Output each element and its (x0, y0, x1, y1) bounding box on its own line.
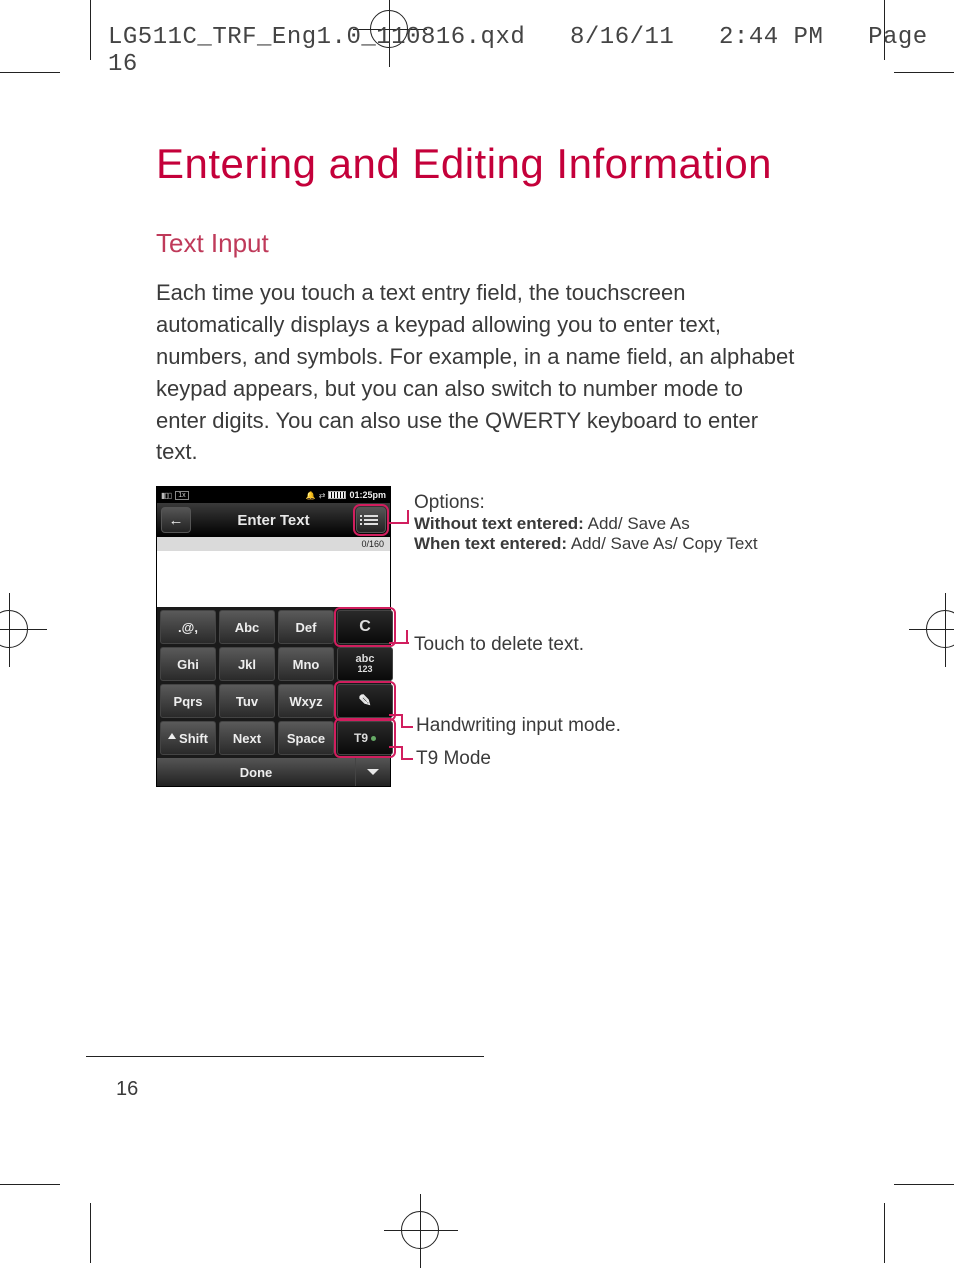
leader-t9-h2 (401, 758, 413, 760)
key-wxyz[interactable]: Wxyz (278, 684, 334, 718)
callout-options-l1-val: Add/ Save As (584, 514, 690, 533)
key-abc[interactable]: Abc (219, 610, 275, 644)
key-ghi[interactable]: Ghi (160, 647, 216, 681)
page-number: 16 (116, 1078, 138, 1101)
pen-icon (358, 691, 371, 711)
done-button[interactable]: Done (157, 758, 356, 786)
bottom-bar: Done (157, 758, 390, 786)
key-tuv[interactable]: Tuv (219, 684, 275, 718)
nav-title: Enter Text (197, 512, 350, 529)
sync-icon: ⇄ (319, 491, 326, 500)
callout-options-l2-val: Add/ Save As/ Copy Text (567, 534, 758, 553)
key-next[interactable]: Next (219, 721, 275, 755)
back-arrow-icon: ← (169, 512, 184, 529)
key-mode-abc123[interactable]: abc 123 (337, 647, 393, 681)
shift-up-icon (168, 731, 179, 746)
key-clear[interactable]: C (337, 610, 393, 644)
char-counter: 0/160 (361, 539, 384, 549)
signal-icon (161, 490, 171, 500)
t9-indicator-icon (371, 736, 376, 741)
leader-options-v (407, 510, 409, 524)
battery-icon (328, 491, 346, 499)
nav-bar: ← Enter Text (157, 503, 390, 537)
key-symbols[interactable]: .@, (160, 610, 216, 644)
abc123-label: abc 123 (356, 654, 375, 674)
key-t9[interactable]: T9 (337, 721, 393, 755)
phone-mockup: 1x 🔔 ⇄ 01:25pm ← Enter Text (156, 486, 391, 787)
callout-options-l1-label: Without text entered: (414, 514, 584, 533)
options-menu-button[interactable] (356, 507, 386, 533)
figure-wrap: 1x 🔔 ⇄ 01:25pm ← Enter Text (156, 486, 826, 846)
header-date: 8/16/11 (570, 24, 674, 51)
callout-t9: T9 Mode (416, 748, 491, 770)
network-mode: 1x (175, 491, 188, 500)
key-shift[interactable]: Shift (160, 721, 216, 755)
key-pqrs[interactable]: Pqrs (160, 684, 216, 718)
key-space[interactable]: Space (278, 721, 334, 755)
leader-delete (389, 642, 409, 644)
key-def[interactable]: Def (278, 610, 334, 644)
callout-options-l2-label: When text entered: (414, 534, 567, 553)
body-paragraph: Each time you touch a text entry field, … (156, 277, 796, 468)
header-time: 2:44 PM (719, 24, 823, 51)
doc-header: LG511C_TRF_Eng1.0_110816.qxd 8/16/11 2:4… (0, 24, 954, 78)
bell-icon: 🔔 (306, 491, 316, 500)
callout-handwriting: Handwriting input mode. (416, 715, 621, 737)
menu-icon (364, 515, 378, 525)
leader-pen-h2 (401, 726, 413, 728)
key-mno[interactable]: Mno (278, 647, 334, 681)
footer-rule (86, 1056, 484, 1057)
status-bar: 1x 🔔 ⇄ 01:25pm (157, 487, 390, 503)
char-counter-row: 0/160 (157, 537, 390, 551)
keypad: .@, Abc Def C Ghi Jkl Mno abc 123 Pqrs T… (157, 607, 390, 758)
status-time: 01:25pm (349, 490, 386, 500)
back-button[interactable]: ← (161, 507, 191, 533)
callout-options: Options: Without text entered: Add/ Save… (414, 492, 758, 554)
text-entry-area[interactable] (157, 551, 390, 607)
header-filename: LG511C_TRF_Eng1.0_110816.qxd (108, 24, 525, 51)
callout-options-title: Options: (414, 492, 758, 514)
leader-options (389, 522, 409, 524)
page-title: Entering and Editing Information (156, 140, 826, 188)
key-handwriting[interactable] (337, 684, 393, 718)
section-title: Text Input (156, 228, 826, 259)
callout-delete: Touch to delete text. (414, 634, 584, 656)
collapse-button[interactable] (356, 758, 390, 786)
key-jkl[interactable]: Jkl (219, 647, 275, 681)
